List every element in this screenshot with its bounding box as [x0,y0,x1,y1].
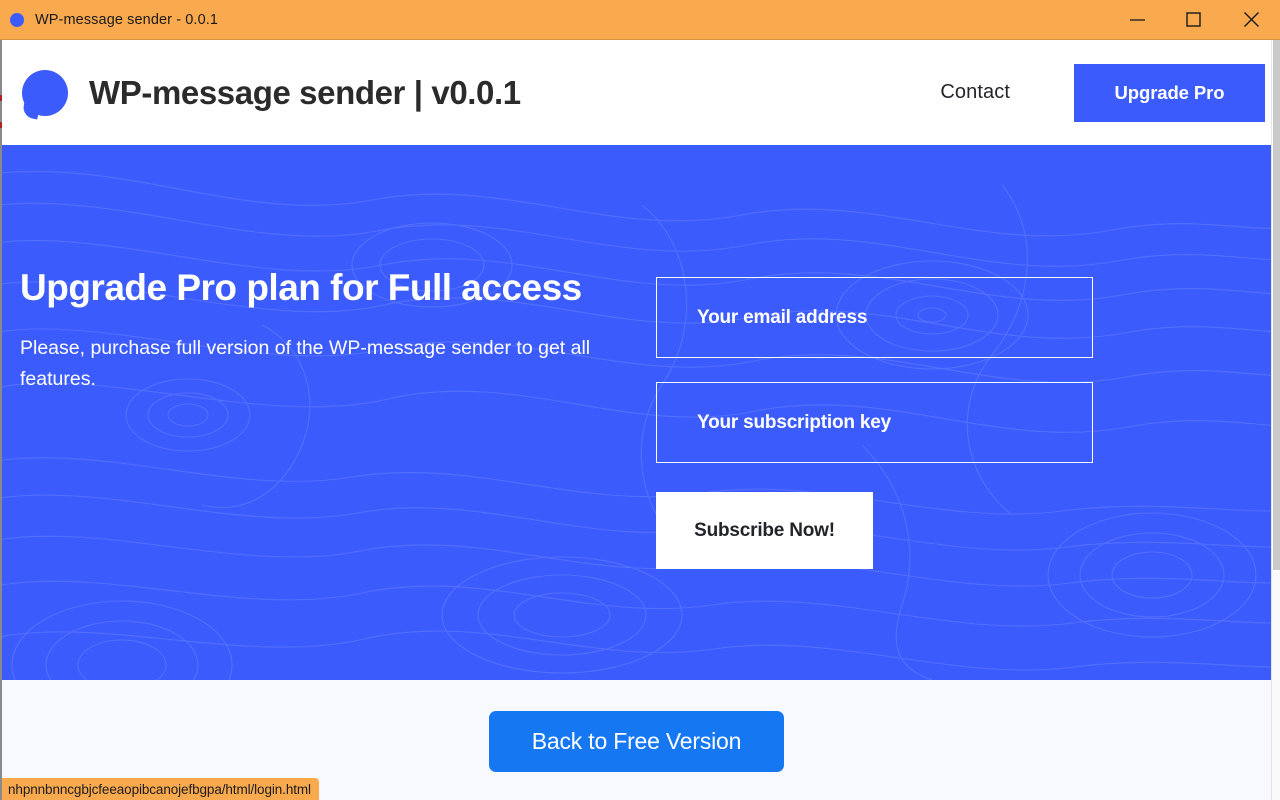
header-nav: Contact Upgrade Pro [940,63,1271,122]
browser-viewport: WP-message sender | v0.0.1 Contact Upgra… [0,40,1280,800]
brand[interactable]: WP-message sender | v0.0.1 [21,69,521,119]
speech-bubble-logo-icon [21,69,68,119]
window-titlebar: WP-message sender - 0.0.1 [0,0,1280,40]
viewport-edge-artifact [0,95,2,101]
subscribe-now-button[interactable]: Subscribe Now! [656,492,873,569]
maximize-button[interactable] [1170,0,1216,39]
subscription-form: Subscribe Now! [656,145,1096,569]
window-title: WP-message sender - 0.0.1 [35,11,219,28]
status-bar: nhpnnbnncgbjcfeeaopibcanojefbgpa/html/lo… [2,778,319,800]
site-header: WP-message sender | v0.0.1 Contact Upgra… [2,40,1271,145]
status-bar-url: nhpnnbnncgbjcfeeaopibcanojefbgpa/html/lo… [8,781,311,797]
nav-link-contact[interactable]: Contact [940,81,1010,104]
vertical-scrollbar[interactable] [1271,40,1280,800]
close-button[interactable] [1228,0,1274,39]
hero-section: Upgrade Pro plan for Full access Please,… [2,145,1271,680]
subscription-key-input[interactable] [656,382,1093,463]
hero-subtitle: Please, purchase full version of the WP-… [20,337,591,390]
hero-inner: Upgrade Pro plan for Full access Please,… [2,145,1271,680]
viewport-left-edge [0,40,2,800]
close-icon [1243,11,1260,28]
hero-title: Upgrade Pro plan for Full access [20,267,582,308]
scrollbar-thumb[interactable] [1273,40,1280,570]
application-window: WP-message sender - 0.0.1 WP-message sen… [0,0,1280,800]
hero-copy: Upgrade Pro plan for Full access Please,… [20,145,620,395]
page-content: WP-message sender | v0.0.1 Contact Upgra… [2,40,1271,800]
brand-title: WP-message sender | v0.0.1 [89,73,521,111]
bubble-icon [10,12,24,27]
maximize-icon [1185,12,1201,27]
minimize-icon [1129,14,1146,26]
minimize-button[interactable] [1114,0,1160,39]
email-input[interactable] [656,277,1093,358]
back-to-free-version-button[interactable]: Back to Free Version [489,710,784,772]
upgrade-pro-button[interactable]: Upgrade Pro [1074,63,1265,122]
viewport-edge-artifact [0,122,2,128]
